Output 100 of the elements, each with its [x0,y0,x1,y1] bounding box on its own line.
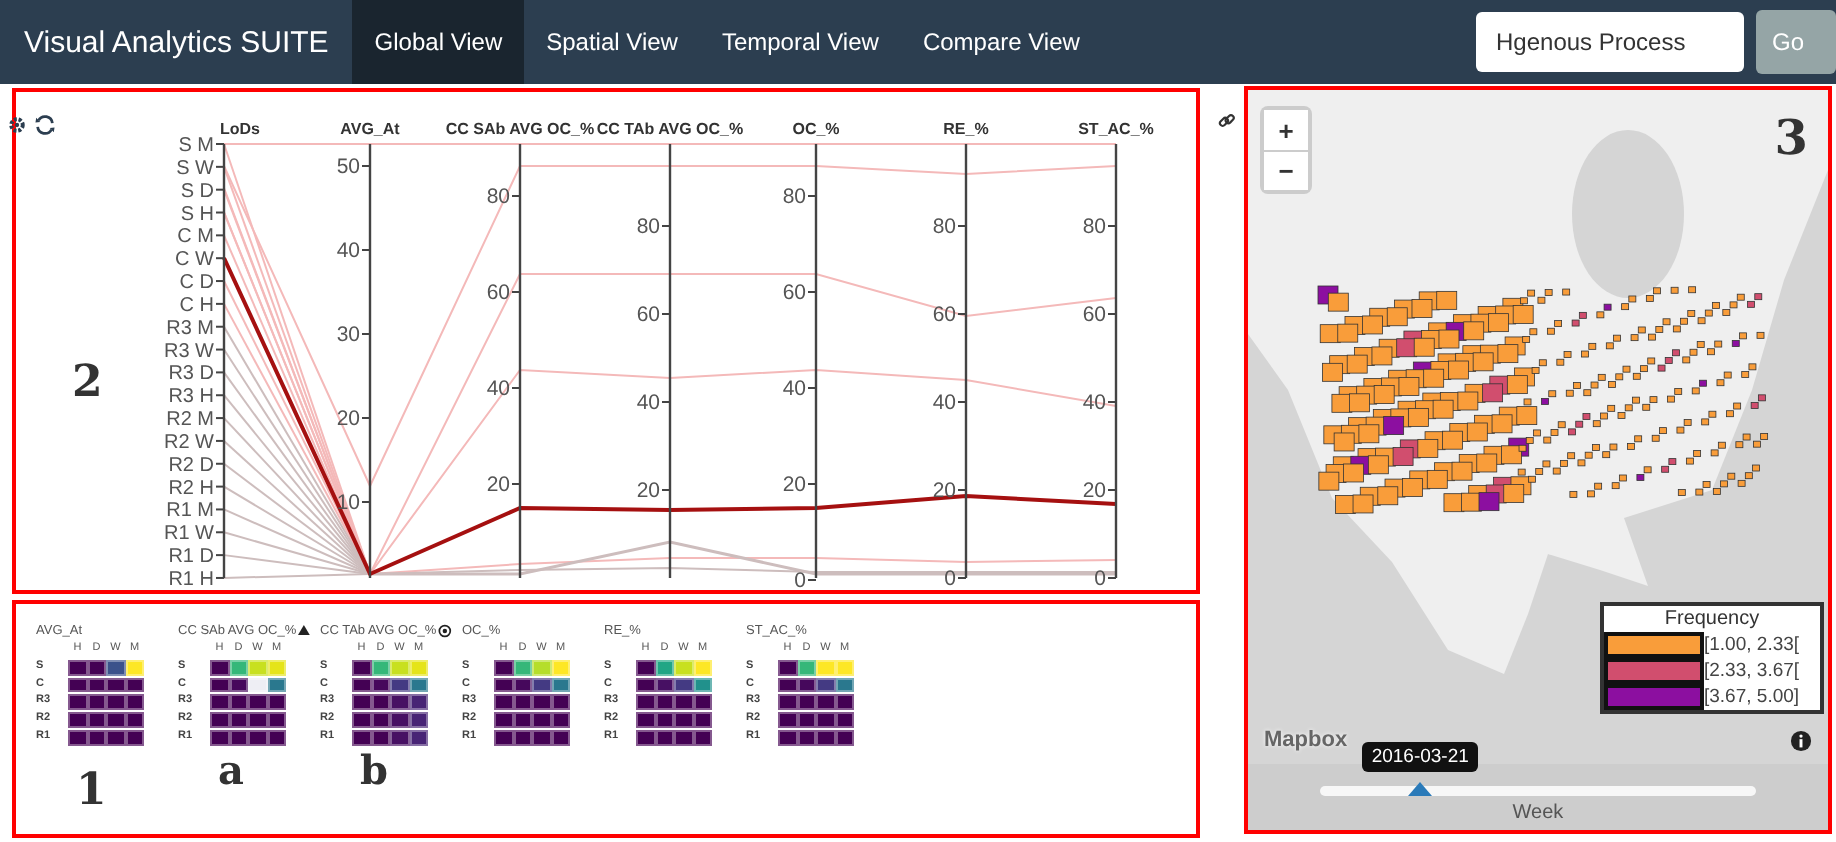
heatmap-cell[interactable] [816,694,835,711]
heatmap-cell[interactable] [816,677,835,693]
heatmap-cell[interactable] [390,712,409,728]
heatmap-cell[interactable] [267,677,286,693]
heatmap-cell[interactable] [106,729,125,746]
heatmap-cell[interactable] [797,659,816,676]
heatmap-cell[interactable] [371,659,390,676]
link-icon[interactable] [1218,112,1236,130]
heatmap-cell[interactable] [87,659,106,676]
heatmap-cell[interactable] [636,677,655,693]
settings-icon[interactable] [8,116,26,134]
zoom-out-button[interactable]: − [1264,150,1308,190]
heatmap-cell[interactable] [390,677,409,693]
heatmap-cell[interactable] [778,712,797,728]
heatmap-cell[interactable] [693,677,712,693]
heatmap-cell[interactable] [371,729,390,746]
heatmap-cell[interactable] [106,659,125,676]
search-field[interactable]: Hgenous Process [1476,12,1744,72]
heatmap-cell[interactable] [816,659,835,676]
heatmap-cell[interactable] [352,712,371,728]
nav-tab[interactable]: Temporal View [699,0,901,84]
heatmap-cell[interactable] [106,694,125,711]
heatmap-cell[interactable] [352,694,371,711]
heatmap-cell[interactable] [674,729,693,746]
heatmap-cell[interactable] [352,659,371,676]
heatmap-cell[interactable] [494,659,513,676]
heatmap-cell[interactable] [210,677,229,693]
heatmap-cell[interactable] [248,694,267,711]
heatmap-cell[interactable] [87,677,106,693]
refresh-icon[interactable] [34,114,56,136]
heatmap-cell[interactable] [532,659,551,676]
nav-tab[interactable]: Compare View [900,0,1102,84]
heatmap-cell[interactable] [513,729,532,746]
heatmap-cell[interactable] [835,677,854,693]
heatmap-cell[interactable] [778,729,797,746]
heatmap-cell[interactable] [778,677,797,693]
heatmap-cell[interactable] [248,659,267,676]
heatmap-cell[interactable] [352,677,371,693]
sort-triangle-icon[interactable] [298,624,310,636]
heatmap-cell[interactable] [797,729,816,746]
heatmap-cell[interactable] [68,659,87,676]
heatmap-cell[interactable] [513,659,532,676]
heatmap-cell[interactable] [210,659,229,676]
heatmap-cell[interactable] [835,659,854,676]
heatmap-cell[interactable] [390,729,409,746]
heatmap-cell[interactable] [68,712,87,728]
heatmap-cell[interactable] [390,694,409,711]
heatmap-cell[interactable] [210,694,229,711]
target-icon[interactable] [438,623,452,637]
heatmap-cell[interactable] [352,729,371,746]
heatmap-cell[interactable] [835,729,854,746]
heatmap-cell[interactable] [409,677,428,693]
heatmap-cell[interactable] [494,712,513,728]
heatmap-cell[interactable] [655,659,674,676]
heatmap-cell[interactable] [229,677,248,693]
heatmap-cell[interactable] [390,659,409,676]
heatmap-cell[interactable] [674,677,693,693]
heatmap-cell[interactable] [532,712,551,728]
time-slider[interactable] [1320,786,1756,796]
heatmap-cell[interactable] [551,659,570,676]
heatmap-cell[interactable] [655,729,674,746]
heatmap-cell[interactable] [693,729,712,746]
heatmap-cell[interactable] [229,659,248,676]
heatmap-cell[interactable] [494,729,513,746]
heatmap-cell[interactable] [210,712,229,728]
heatmap-cell[interactable] [125,677,144,693]
heatmap-cell[interactable] [674,659,693,676]
heatmap-cell[interactable] [68,694,87,711]
heatmap-cell[interactable] [68,677,87,693]
heatmap-cell[interactable] [551,677,570,693]
heatmap-cell[interactable] [674,694,693,711]
heatmap-cell[interactable] [248,677,267,693]
nav-tab[interactable]: Spatial View [524,0,700,84]
heatmap-cell[interactable] [674,712,693,728]
heatmap-cell[interactable] [371,677,390,693]
heatmap-cell[interactable] [532,677,551,693]
heatmap-cell[interactable] [816,712,835,728]
nav-tab[interactable]: Global View [352,0,525,84]
heatmap-cell[interactable] [778,659,797,676]
heatmap-cell[interactable] [267,729,286,746]
heatmap-cell[interactable] [106,677,125,693]
heatmap-cell[interactable] [210,729,229,746]
heatmap-cell[interactable] [87,729,106,746]
heatmap-cell[interactable] [551,729,570,746]
heatmap-cell[interactable] [409,659,428,676]
heatmap-cell[interactable] [778,694,797,711]
heatmap-cell[interactable] [636,694,655,711]
heatmap-cell[interactable] [125,729,144,746]
heatmap-cell[interactable] [248,729,267,746]
heatmap-cell[interactable] [125,659,144,676]
slider-thumb[interactable] [1408,782,1433,796]
heatmap-cell[interactable] [693,659,712,676]
heatmap-cell[interactable] [655,677,674,693]
heatmap-cell[interactable] [106,712,125,728]
heatmap-cell[interactable] [409,729,428,746]
info-icon[interactable] [1790,730,1812,752]
map-attribution[interactable]: Mapbox [1264,728,1348,752]
heatmap-cell[interactable] [494,677,513,693]
heatmap-cell[interactable] [816,729,835,746]
heatmap-cell[interactable] [532,729,551,746]
